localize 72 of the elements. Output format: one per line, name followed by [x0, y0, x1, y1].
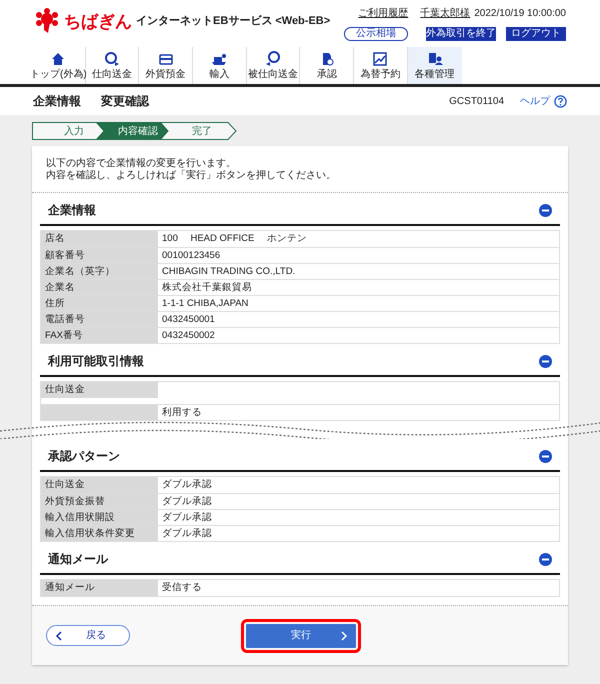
nav-icon — [211, 51, 228, 67]
nav-label: トップ(外為) — [30, 70, 87, 80]
nav-label: 被仕向送金 — [248, 70, 298, 80]
screen-id: GCST01104 — [449, 94, 504, 108]
table-cell: 輸入信用状条件変更 — [41, 526, 158, 541]
nav-icon — [104, 51, 120, 67]
table-cell: 住所 — [41, 296, 158, 311]
chevron-left-icon — [55, 630, 62, 640]
help-label: ヘルプ — [520, 94, 550, 108]
logo-icon — [34, 8, 60, 34]
execute-button[interactable]: 実行 — [246, 624, 356, 648]
history-link[interactable]: ご利用履歴 — [358, 6, 408, 21]
table-cell-text: ダブル承認 — [161, 511, 213, 525]
nav-icon — [372, 51, 388, 67]
nav-tab[interactable]: 仕向送金 — [86, 47, 140, 84]
section-title: 承認パターン — [48, 448, 120, 465]
table-cell: 仕向送金 — [41, 477, 158, 493]
table-cell-text: CHIBAGIN TRADING CO.,LTD. — [161, 265, 296, 279]
collapse-icon[interactable] — [539, 450, 552, 462]
nav-label: 外貨預金 — [146, 70, 186, 80]
table-cell-text: ダブル承認 — [161, 495, 213, 509]
nav-icon — [265, 51, 282, 67]
collapse-icon[interactable] — [539, 354, 552, 368]
nav-label: 承認 — [316, 70, 337, 80]
header-button[interactable]: 外為取引を終了 — [426, 27, 496, 41]
nav-tab[interactable]: 各種管理 — [408, 47, 462, 84]
help-icon[interactable] — [554, 94, 567, 108]
table-cell-text: 0432450002 — [161, 329, 216, 343]
instruction-text: 以下の内容で企業情報の変更を行います。 内容を確認し、よろしければ「実行」ボタンを押してください。 — [32, 146, 568, 193]
table-cell-text: 利用する — [161, 406, 203, 420]
table-cell-text: ダブル承認 — [161, 527, 213, 541]
table-cell: 電話番号 — [41, 312, 158, 327]
collapse-icon[interactable] — [539, 204, 552, 216]
table-cell: 顧客番号 — [41, 248, 158, 263]
table-cell: FAX番号 — [41, 328, 158, 343]
table-cell: 仕向送金 — [41, 382, 158, 398]
page-title: 変更確認 — [101, 93, 149, 110]
table-cell-text: ダブル承認 — [161, 478, 213, 492]
table-cell: 企業名（英字） — [41, 264, 158, 279]
chevron-right-icon — [341, 630, 348, 640]
table-cell: 通知メール — [41, 580, 158, 596]
table-cell-text: 株式会社千葉銀貿易 — [161, 281, 253, 295]
service-name: インターネットEBサービス <Web-EB> — [136, 16, 330, 26]
datetime: 2022/10/19 10:00:00 — [474, 7, 566, 21]
nav-tab[interactable]: トップ(外為) — [32, 47, 86, 84]
section-title: 利用可能取引情報 — [48, 353, 144, 370]
step-indicator: 完了 — [160, 122, 238, 140]
table-cell-text: 受信する — [161, 581, 203, 595]
page-title: 企業情報 — [33, 93, 81, 110]
section-title: 通知メール — [48, 551, 108, 568]
table-cell-text: 0432450001 — [161, 313, 216, 327]
nav-label: 仕向送金 — [92, 70, 132, 80]
nav-icon — [50, 51, 66, 67]
logo-text: ちばぎん — [64, 12, 132, 30]
header-button[interactable]: ログアウト — [506, 27, 566, 41]
nav-icon — [426, 51, 443, 67]
back-button[interactable]: 戻る — [46, 625, 130, 646]
nav-tab[interactable]: 被仕向送金 — [246, 47, 300, 84]
nav-label: 各種管理 — [414, 70, 455, 80]
table-cell-text: 1-1-1 CHIBA,JAPAN — [161, 297, 250, 311]
nav-label: 為替予約 — [360, 70, 400, 80]
table-cell: 店名 — [41, 231, 158, 247]
table-cell: 外貨預金振替 — [41, 494, 158, 509]
header-button[interactable]: 公示相場 — [344, 27, 408, 41]
table-cell: 輸入信用状開設 — [41, 510, 158, 525]
table-cell-text: 00100123456 — [161, 249, 222, 263]
table-cell-text: 100 HEAD OFFICE ホンテン — [161, 232, 308, 246]
nav-label: 輸入 — [209, 70, 230, 80]
section-title: 企業情報 — [48, 202, 96, 219]
user-name-link[interactable]: 千葉太郎様 — [420, 6, 470, 21]
collapse-icon[interactable] — [539, 552, 552, 566]
table-cell: 企業名 — [41, 280, 158, 295]
